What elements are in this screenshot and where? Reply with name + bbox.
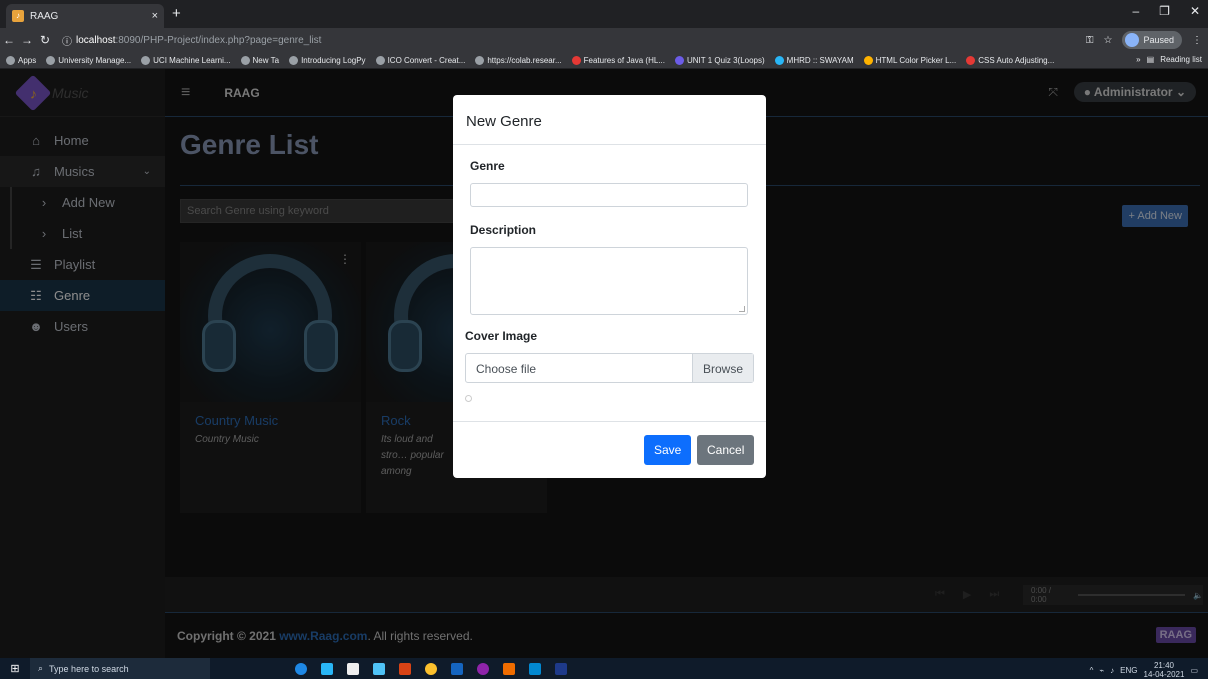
youtube-icon [966,55,976,65]
reload-icon[interactable]: ↻ [36,33,54,47]
bookmark-icon [141,55,151,65]
profile-status: Paused [1143,35,1174,45]
bookmark-item[interactable]: https://colab.resear... [475,55,562,65]
bookmark-icon [863,55,873,65]
anaconda-icon[interactable] [451,662,463,675]
reading-list-icon: ▤ [1146,55,1155,64]
bookmarks-bar: Apps University Manage... UCI Machine Le… [0,52,1208,69]
bookmark-item[interactable]: UCI Machine Learni... [141,55,231,65]
bookmark-icon [289,55,299,65]
vscode-icon[interactable] [529,662,541,675]
clock[interactable]: 21:40 14-04-2021 [1144,661,1185,679]
url-field[interactable]: ⓘ localhost:8090/PHP-Project/index.php?p… [62,33,321,48]
bookmark-icon [675,55,684,65]
mail-icon[interactable] [373,662,385,675]
address-bar: ← → ↻ ⓘ localhost:8090/PHP-Project/index… [0,28,1208,52]
genre-label: Genre [470,159,505,173]
bookmark-item[interactable]: HTML Color Picker L... [863,55,956,65]
store-icon[interactable] [347,662,359,675]
cover-image-label: Cover Image [465,329,538,343]
info-icon[interactable]: ⓘ [62,33,72,48]
key-icon[interactable]: ⚿ [1086,35,1094,46]
file-explorer-icon[interactable] [321,662,333,675]
new-tab-button[interactable]: + [172,5,181,22]
bookmark-item[interactable]: New Ta [240,55,279,65]
bookmark-apps[interactable]: Apps [6,55,36,65]
minimize-button[interactable]: – [1132,4,1139,18]
volume-tray-icon[interactable]: ♪ [1110,666,1114,675]
chevron-up-icon[interactable]: ^ [1090,666,1094,675]
avatar [1125,33,1140,47]
tab-title: RAAG [30,10,59,22]
genre-input[interactable] [470,183,748,207]
notification-icon[interactable]: ▭ [1190,666,1198,675]
bookmark-icon [46,55,56,65]
modal-footer: Save Cancel [453,421,766,478]
profile-button[interactable]: Paused [1122,31,1182,49]
search-icon: ⌕ [38,663,44,673]
double-chevron-icon: » [1136,55,1141,64]
save-button[interactable]: Save [644,435,692,465]
close-window-button[interactable]: ✕ [1190,4,1200,18]
browser-tab-bar: ♪ RAAG × + – ❐ ✕ [0,0,1208,28]
taskbar-search[interactable]: ⌕ Type here to search [30,658,210,679]
new-genre-modal: New Genre Genre Description Cover Image … [453,95,766,478]
bookmark-item[interactable]: ICO Convert - Creat... [375,55,465,65]
apps-grid-icon [6,55,15,65]
description-label: Description [470,223,537,237]
description-textarea[interactable] [470,247,748,315]
word-icon[interactable] [555,662,567,675]
youtube-icon [571,55,581,65]
tab-close-icon[interactable]: × [152,10,158,22]
xampp-icon[interactable] [503,662,515,675]
github-icon[interactable] [477,662,489,675]
restore-button[interactable]: ❐ [1159,4,1170,18]
windows-taskbar: ⊞ ⌕ Type here to search ^ ⌁ ♪ ENG 21:40 … [0,658,1208,679]
lang-indicator[interactable]: ENG [1120,666,1137,675]
bookmark-item[interactable]: University Manage... [46,55,131,65]
file-placeholder: Choose file [476,362,537,376]
cancel-button[interactable]: Cancel [697,435,755,465]
reading-list-button[interactable]: » ▤ Reading list [1130,55,1202,64]
image-preview [465,395,472,402]
back-icon[interactable]: ← [0,33,18,47]
url-host: localhost [76,34,116,46]
cover-image-file-input[interactable]: Choose file Browse [465,353,754,383]
bookmark-icon [375,55,385,65]
forward-icon[interactable]: → [18,33,36,47]
bookmark-item[interactable]: UNIT 1 Quiz 3(Loops) [675,55,765,65]
network-icon[interactable]: ⌁ [1099,666,1104,675]
url-path: :8090/PHP-Project/index.php?page=genre_l… [115,34,322,46]
bookmark-icon [774,55,784,65]
raag-favicon-icon: ♪ [12,10,24,22]
bookmark-item[interactable]: Features of Java (HL... [571,55,665,65]
menu-dots-icon[interactable]: ⋮ [1192,35,1202,46]
edge-icon[interactable] [295,662,307,675]
bookmark-item[interactable]: Introducing LogPy [289,55,366,65]
bookmark-icon [240,55,250,65]
bookmark-item[interactable]: MHRD :: SWAYAM [774,55,854,65]
bookmark-icon [475,55,485,65]
modal-title: New Genre [453,95,766,145]
browser-tab[interactable]: ♪ RAAG × [6,4,164,28]
bookmark-item[interactable]: CSS Auto Adjusting... [966,55,1054,65]
powerpoint-icon[interactable] [399,662,411,675]
system-tray: ^ ⌁ ♪ ENG 21:40 14-04-2021 ▭ [1090,661,1198,679]
star-icon[interactable]: ☆ [1104,35,1113,46]
chrome-icon[interactable] [425,662,437,675]
windows-start-icon[interactable]: ⊞ [0,662,30,675]
browse-button[interactable]: Browse [692,354,753,382]
